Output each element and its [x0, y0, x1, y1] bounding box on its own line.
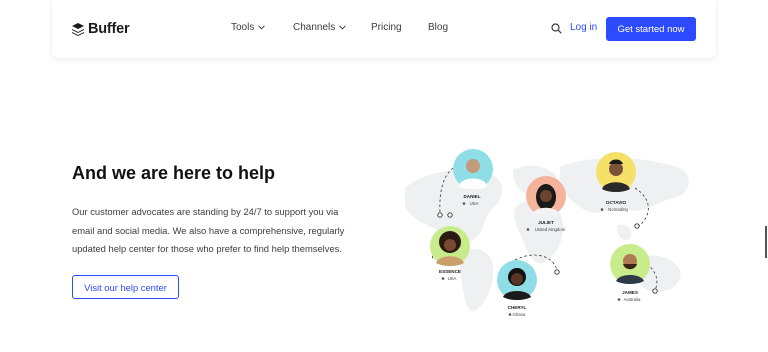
nav-label: Channels	[293, 22, 336, 33]
nav-blog[interactable]: Blog	[428, 22, 448, 33]
location-pin-icon	[617, 298, 621, 301]
location-pin-icon	[600, 208, 604, 211]
get-started-button[interactable]: Get started now	[606, 17, 696, 41]
buffer-logo-icon	[72, 22, 84, 36]
advocate-james: JAMES Australia	[610, 244, 650, 302]
scrollbar-thumb[interactable]	[765, 226, 767, 258]
advocate-name: JULIET	[538, 220, 554, 225]
nav-tools[interactable]: Tools	[231, 22, 266, 33]
advocate-location: Ghana	[513, 312, 527, 317]
advocates-map-illustration: DANIEL USA JULIET United Kingdom OCTAVIO…	[405, 149, 690, 317]
search-icon[interactable]	[551, 23, 562, 34]
chevron-down-icon	[339, 25, 347, 30]
nav-label: Blog	[428, 22, 449, 33]
site-header: Buffer Tools Channels Pricing Blog Log i…	[52, 0, 716, 58]
advocate-name: OCTAVIO	[606, 200, 627, 205]
advocate-name: JAMES	[622, 290, 638, 295]
location-pin-icon	[441, 277, 445, 280]
advocate-name: DANIEL	[463, 194, 480, 199]
advocate-name: ESSENCE	[439, 269, 461, 274]
paragraph-line: Our customer advocates are standing by 2…	[72, 206, 339, 217]
advocate-name: CHERYL	[508, 305, 527, 310]
advocate-location: USA	[470, 201, 479, 206]
location-pin-icon	[508, 313, 512, 316]
section-heading: And we are here to help	[72, 163, 276, 183]
buffer-logo[interactable]: Buffer	[72, 20, 130, 38]
nav-label: Pricing	[371, 22, 402, 33]
advocate-location: USA	[448, 276, 457, 281]
advocate-cheryl: CHERYL Ghana	[497, 260, 537, 317]
nav-pricing[interactable]: Pricing	[371, 22, 402, 33]
location-pin-icon	[462, 202, 466, 205]
login-link[interactable]: Log in	[570, 22, 597, 33]
advocate-location: Australia	[624, 297, 641, 302]
visit-help-center-button[interactable]: Visit our help center	[72, 275, 179, 299]
paragraph-line: updated help center for those who prefer…	[72, 243, 342, 254]
nav-label: Tools	[231, 22, 255, 33]
chevron-down-icon	[258, 25, 266, 30]
logo-text: Buffer	[88, 21, 130, 37]
location-pin-icon	[526, 228, 530, 231]
advocate-location: United Kingdom	[535, 227, 566, 232]
advocate-location: Nomading	[608, 207, 628, 212]
nav-channels[interactable]: Channels	[293, 22, 347, 33]
paragraph-line: email and social media. We also have a c…	[72, 225, 345, 236]
